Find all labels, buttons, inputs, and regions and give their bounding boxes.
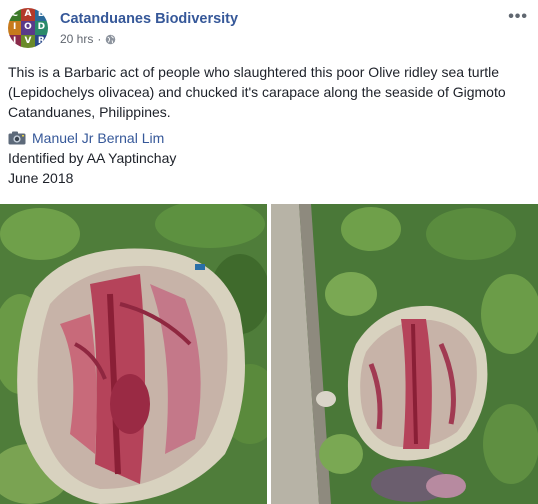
avatar-tile: V xyxy=(21,34,35,48)
avatar-tile: A xyxy=(21,8,35,22)
identified-by-text: Identified by AA Yaptinchay xyxy=(8,150,177,166)
more-options-icon[interactable]: ••• xyxy=(508,8,528,26)
post-text: This is a Barbaric act of people who sla… xyxy=(8,64,506,120)
turtle-carapace-photo-right xyxy=(271,204,538,504)
post-body: This is a Barbaric act of people who sla… xyxy=(8,62,528,188)
meta-separator: · xyxy=(97,32,102,46)
page-avatar[interactable]: CABIODIVR xyxy=(8,8,48,48)
globe-icon[interactable] xyxy=(105,34,116,45)
photo-right[interactable] xyxy=(271,204,538,504)
page-name-link[interactable]: Catanduanes Biodiversity xyxy=(60,11,238,27)
photo-grid xyxy=(0,204,538,504)
post-meta: 20 hrs · xyxy=(60,32,116,46)
camera-icon xyxy=(8,131,26,145)
avatar-tile: I xyxy=(8,34,22,48)
avatar-tile: R xyxy=(34,34,48,48)
credit-name-link[interactable]: Manuel Jr Bernal Lim xyxy=(32,128,164,148)
avatar-tile: D xyxy=(34,21,48,35)
avatar-tile: O xyxy=(21,21,35,35)
photo-credit: Manuel Jr Bernal Lim xyxy=(8,128,528,148)
avatar-tile: B xyxy=(34,8,48,22)
photo-left[interactable] xyxy=(0,204,267,504)
turtle-carapace-photo-left xyxy=(0,204,267,504)
facebook-post: CABIODIVR Catanduanes Biodiversity 20 hr… xyxy=(0,0,538,504)
post-header: CABIODIVR Catanduanes Biodiversity 20 hr… xyxy=(8,8,530,52)
avatar-tile: I xyxy=(8,21,22,35)
post-timestamp[interactable]: 20 hrs xyxy=(60,32,93,46)
avatar-tile: C xyxy=(8,8,22,22)
post-date-text: June 2018 xyxy=(8,170,74,186)
